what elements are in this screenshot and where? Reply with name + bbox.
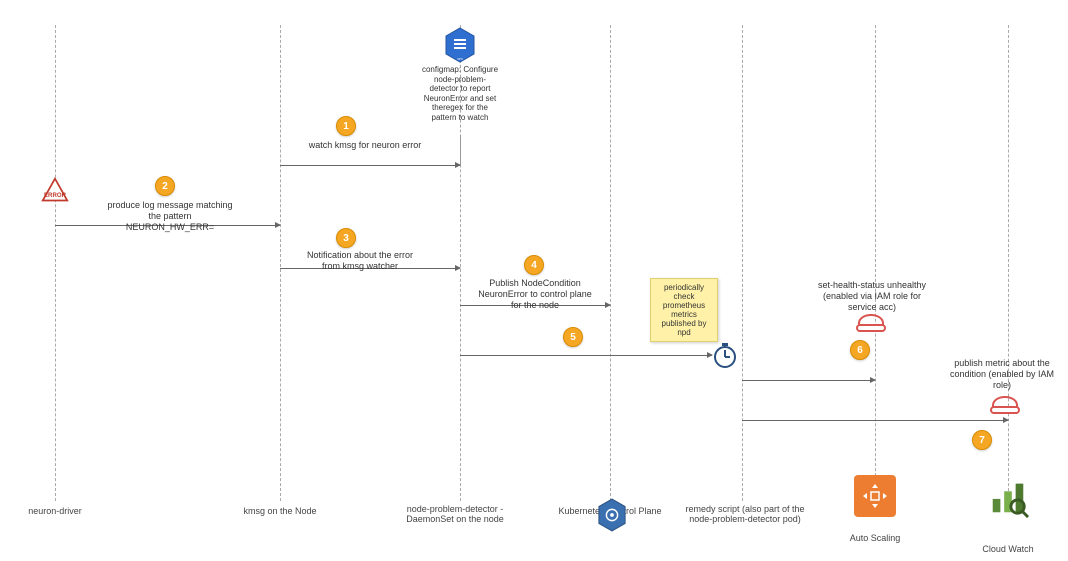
svg-text:ERROR: ERROR [44,192,67,199]
sticky-note: periodically check prometheus metrics pu… [650,278,718,342]
configmap-icon: cm [440,25,480,65]
arrow-step7 [742,420,1008,421]
step-badge-6: 6 [850,340,870,360]
aws-cloudwatch-icon [986,475,1030,519]
arrow-step5 [460,355,712,356]
lane-label-autoscaling: Auto Scaling [815,533,935,543]
lane-autoscaling [875,25,876,501]
lane-label-neuron-driver: neuron-driver [0,506,115,516]
arrow-step6 [742,380,875,381]
msg-notification: Notification about the error from kmsg w… [300,250,420,272]
warning-triangle-icon: ERROR [35,170,75,210]
kubernetes-hex-icon [592,495,632,535]
lane-neuron-driver [55,25,56,501]
arrow-step1-h [280,165,460,166]
step-badge-7: 7 [972,430,992,450]
step-badge-3: 3 [336,228,356,248]
lane-label-npd: node-problem-detector -DaemonSet on the … [395,504,515,524]
step-badge-4: 4 [524,255,544,275]
lane-kmsg [280,25,281,501]
configmap-connector [460,135,461,165]
lane-cloudwatch [1008,25,1009,501]
msg-publish-metric: publish metric about the condition (enab… [942,358,1062,390]
msg-set-health: set-health-status unhealthy (enabled via… [812,280,932,312]
msg-produce-log: produce log message matching the pattern… [105,200,235,232]
stopwatch-icon [710,340,740,370]
step-badge-5: 5 [563,327,583,347]
aws-autoscaling-icon [854,475,896,517]
lane-label-remedy: remedy script (also part of the node-pro… [680,504,810,524]
lane-label-cloudwatch: Cloud Watch [948,544,1068,554]
lane-label-kmsg: kmsg on the Node [220,506,340,516]
msg-watch-kmsg: watch kmsg for neuron error [290,140,440,151]
lane-remedy [742,25,743,501]
configmap-caption: configmap: Configure node-problem-detect… [420,65,500,123]
step-badge-2: 2 [155,176,175,196]
svg-text:cm: cm [457,56,463,61]
hardhat-icon-2 [992,396,1018,414]
step-badge-1: 1 [336,116,356,136]
lane-control-plane [610,25,611,501]
hardhat-icon-1 [858,314,884,332]
msg-publish-node-condition: Publish NodeCondition NeuronError to con… [475,278,595,310]
